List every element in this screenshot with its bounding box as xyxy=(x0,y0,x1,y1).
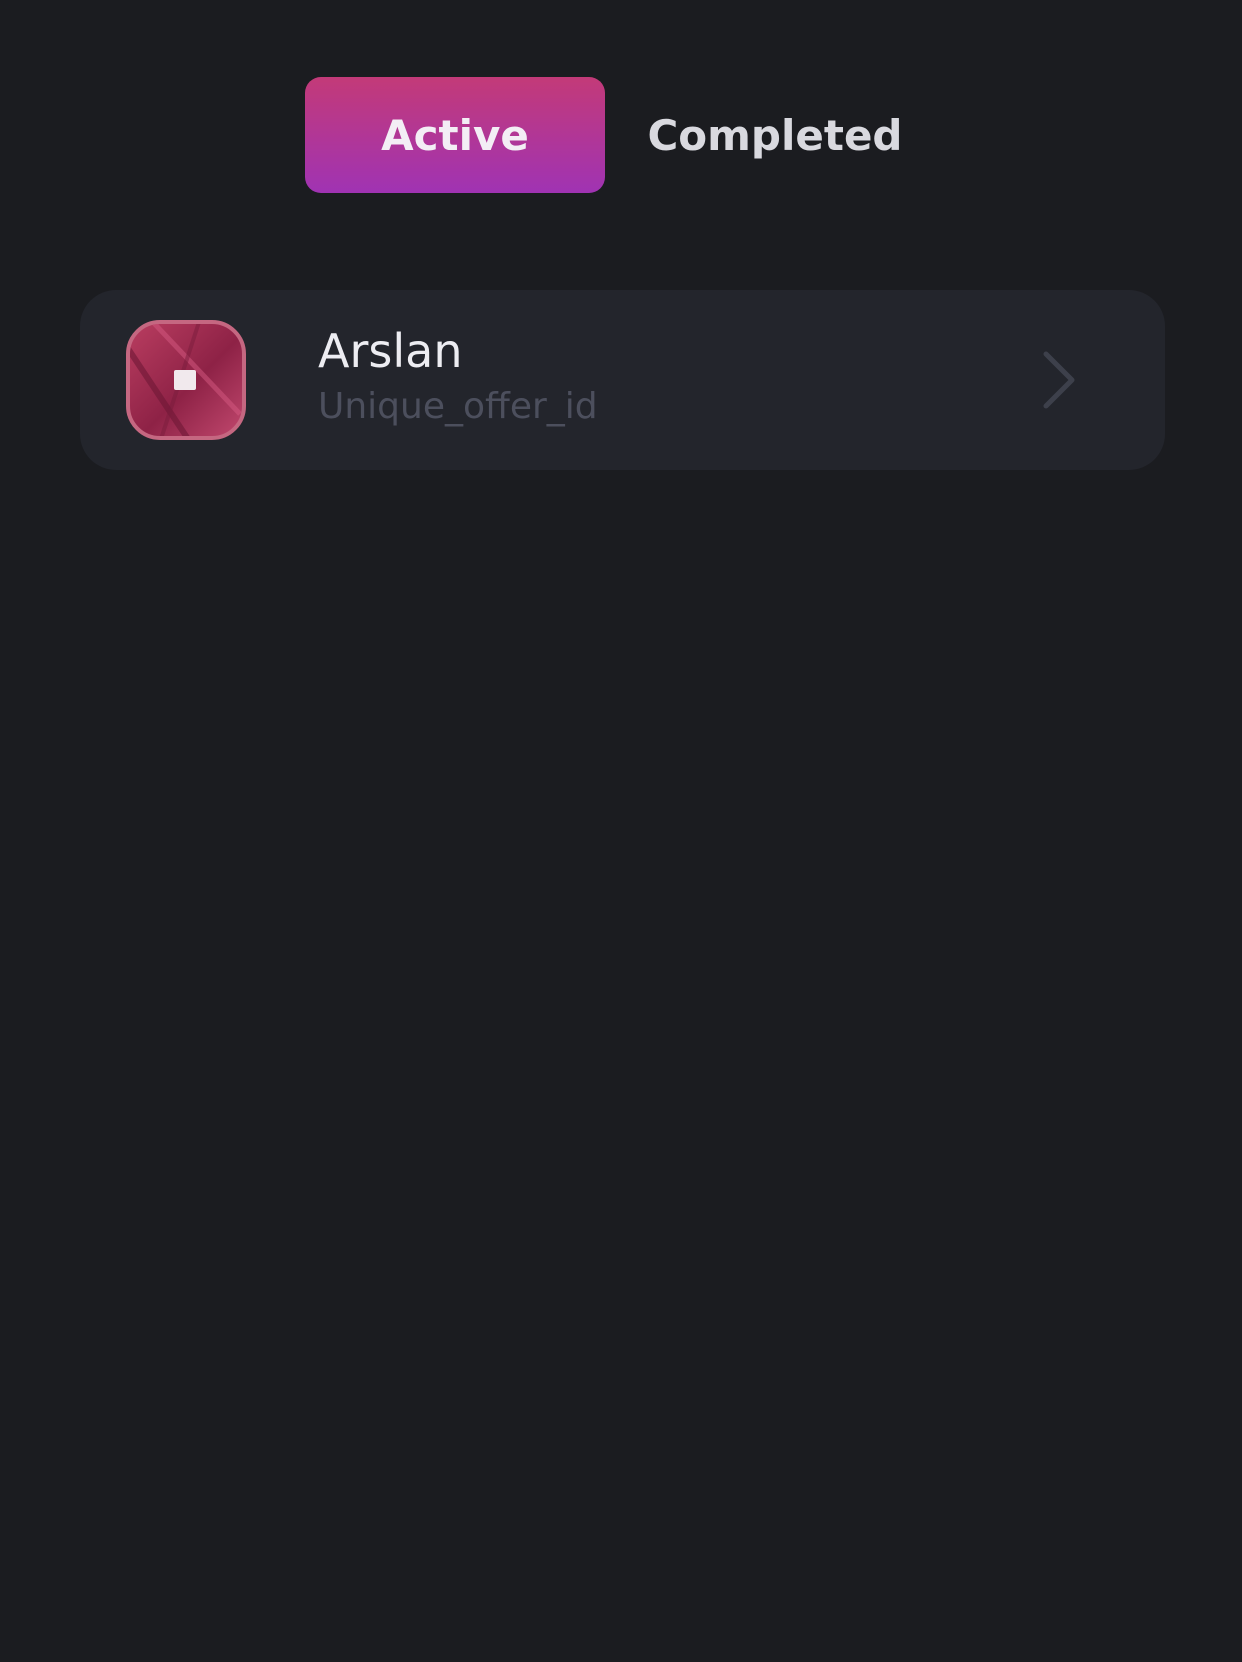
segment-control: Active Completed xyxy=(305,77,925,193)
tab-completed[interactable]: Completed xyxy=(625,77,925,193)
offer-app-icon xyxy=(126,320,246,440)
tab-active[interactable]: Active xyxy=(305,77,605,193)
offer-list-item[interactable]: Arslan Unique_offer_id xyxy=(80,290,1165,470)
chevron-right-icon xyxy=(1043,351,1075,409)
offer-name: Arslan xyxy=(318,324,463,378)
offer-id: Unique_offer_id xyxy=(318,386,598,427)
app-icon-graphic xyxy=(130,324,242,436)
offers-screen: Active Completed Arslan Unique_offer_id xyxy=(0,0,1242,1662)
